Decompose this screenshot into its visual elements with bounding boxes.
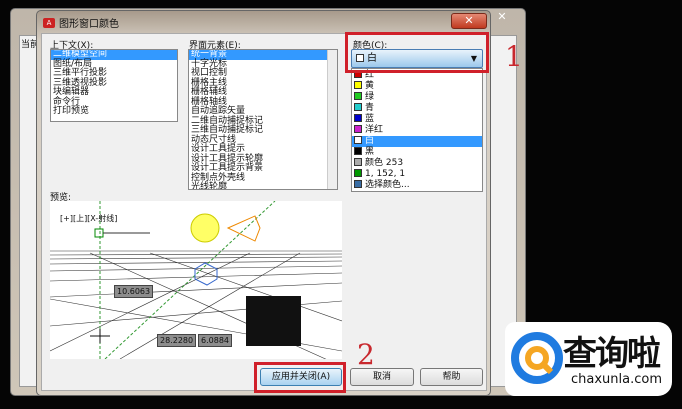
list-item[interactable]: 打印预览 — [51, 106, 177, 117]
step-2-annotation: 2 — [357, 338, 375, 371]
color-option-label: 蓝 — [365, 114, 375, 124]
dimension-value: 28.2280 — [157, 334, 197, 347]
watermark-url: chaxunla.com — [571, 372, 662, 387]
dimension-value: 6.0884 — [198, 334, 232, 347]
color-option[interactable]: 蓝 — [352, 114, 482, 125]
color-option-label: 洋红 — [365, 125, 384, 135]
dialog-body: 上下文(X): 二维模型空间 图纸/布局 三维平行投影 三维透视投影 块编辑器 命令行 打印… — [41, 33, 487, 391]
color-swatch-icon — [354, 169, 362, 177]
color-option-label: 颜色 253 — [365, 158, 404, 168]
color-swatch-icon — [354, 180, 362, 188]
camera-icon — [194, 262, 218, 286]
color-swatch-icon — [354, 114, 362, 122]
watermark-logo: 查询啦 chaxunla.com — [505, 322, 672, 396]
color-option[interactable]: 白 — [352, 136, 482, 147]
ucs-icon — [94, 228, 104, 238]
watermark-name: 查询啦 — [563, 334, 661, 374]
context-list[interactable]: 二维模型空间 图纸/布局 三维平行投影 三维透视投影 块编辑器 命令行 打印预览 — [50, 49, 178, 122]
list-item[interactable]: 光线轮廓 — [189, 182, 337, 189]
color-option-label: 黄 — [365, 81, 375, 91]
color-option[interactable]: 绿 — [352, 92, 482, 103]
step-1-annotation: 1 — [505, 40, 523, 73]
color-swatch-icon — [354, 147, 362, 155]
color-option-label: 选择颜色... — [365, 180, 410, 190]
close-button[interactable]: ✕ — [451, 13, 487, 29]
color-option[interactable]: 黑 — [352, 147, 482, 158]
color-swatch-icon — [354, 125, 362, 133]
color-option-label: 1, 152, 1 — [365, 169, 406, 179]
color-swatch-icon — [354, 158, 362, 166]
scrollbar[interactable] — [327, 50, 337, 189]
color-option[interactable]: 洋红 — [352, 125, 482, 136]
color-swatch-icon — [354, 81, 362, 89]
sun-light-icon — [190, 213, 220, 243]
color-option-label: 黑 — [365, 147, 375, 157]
autocad-icon: A — [43, 17, 55, 28]
spotlight-icon — [226, 215, 261, 242]
back-window-close-button[interactable]: ✕ — [487, 10, 517, 24]
color-option[interactable]: 黄 — [352, 81, 482, 92]
color-option-label: 白 — [365, 136, 375, 146]
dimension-value: 10.6063 — [114, 285, 154, 298]
help-button[interactable]: 帮助 — [420, 368, 483, 386]
dialog-title: 图形窗口颜色 — [59, 19, 119, 30]
color-option[interactable]: 1, 152, 1 — [352, 169, 482, 180]
color-swatch-icon — [354, 103, 362, 111]
color-option[interactable]: 选择颜色... — [352, 180, 482, 191]
magnifier-logo-icon — [511, 332, 563, 384]
color-option[interactable]: 颜色 253 — [352, 158, 482, 169]
color-option[interactable]: 青 — [352, 103, 482, 114]
highlight-box-color — [345, 32, 489, 73]
cube — [246, 296, 301, 346]
highlight-box-apply — [254, 362, 346, 393]
color-swatch-icon — [354, 136, 362, 144]
color-swatch-icon — [354, 92, 362, 100]
color-options-list[interactable]: 红黄绿青蓝洋红白黑颜色 253 1, 152, 1 选择颜色... — [351, 68, 483, 192]
color-option-label: 青 — [365, 103, 375, 113]
preview-viewport: [+][上][X-射线] 10.6063 28.2280 6.0884 — [50, 201, 342, 359]
title-bar: A 图形窗口颜色 — [43, 15, 119, 30]
viewport-label: [+][上][X-射线] — [60, 214, 118, 223]
color-option-label: 绿 — [365, 92, 375, 102]
interface-elements-list[interactable]: 统一背景 十字光标 视口控制 栅格主线 栅格辅线 栅格轴线 自动追踪矢量 二维自动捕捉标记 三维… — [188, 49, 338, 190]
